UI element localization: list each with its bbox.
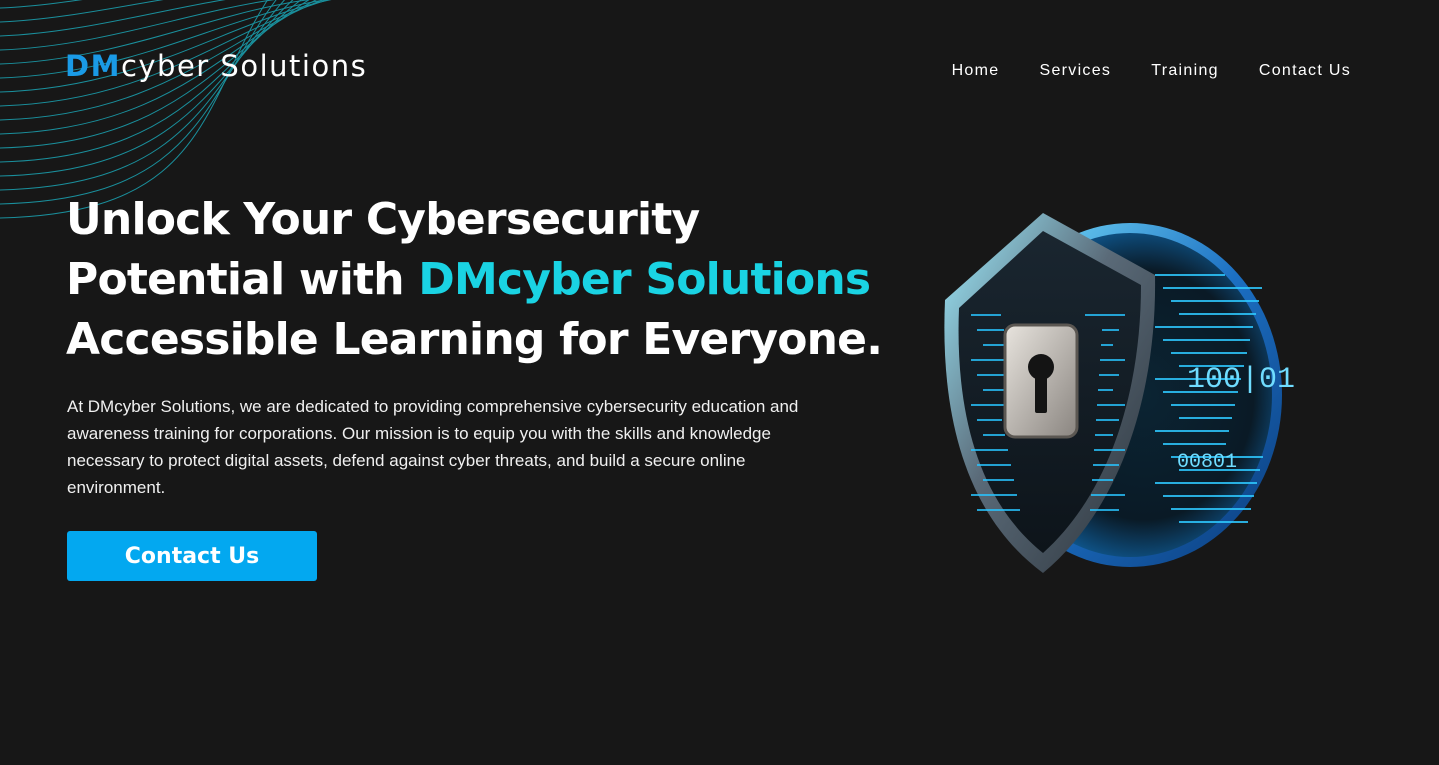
nav-contact-us[interactable]: Contact Us [1259,62,1351,80]
hero-title-line-2-prefix: Potential with [66,254,419,305]
hero-description: At DMcyber Solutions, we are dedicated t… [67,397,799,497]
wave-line [0,0,286,191]
disc-readout-1: 100|01 [1187,363,1295,397]
shield-lock-illustration: 100|01 00801 [944,213,1295,573]
wave-line [0,0,83,9]
contact-us-button[interactable]: Contact Us [67,531,317,581]
logo-accent-text: DM [65,49,121,83]
nav-services[interactable]: Services [1039,62,1111,80]
wave-line [0,0,226,37]
hero-title-highlight: DMcyber Solutions [418,254,871,305]
wave-line [0,0,294,177]
wave-line [0,0,276,51]
hero-title-line-3: Accessible Learning for Everyone. [66,314,883,365]
hero-title: Unlock Your Cybersecurity Potential with… [66,190,883,370]
wave-line [0,0,269,219]
keyhole-slot [1035,373,1047,413]
hero-title-line-1: Unlock Your Cybersecurity [66,194,700,245]
wave-line [0,0,164,23]
logo-text: cyber Solutions [120,49,368,83]
logo[interactable]: DMcyber Solutions [65,52,367,81]
nav-training[interactable]: Training [1151,62,1219,80]
disc-readout-2: 00801 [1177,451,1237,474]
nav-home[interactable]: Home [952,62,1000,80]
main-nav: Home Services Training Contact Us [952,62,1351,80]
wave-line [0,0,277,205]
